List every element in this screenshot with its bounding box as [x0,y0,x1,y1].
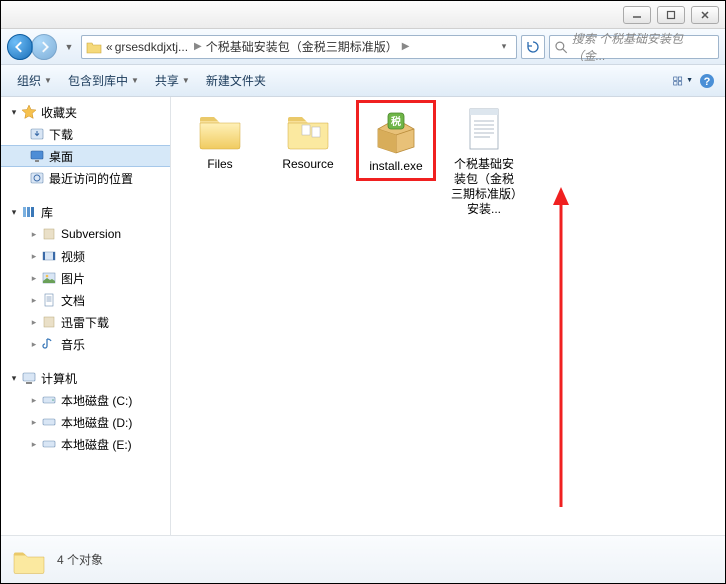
library-icon [21,204,37,220]
svg-text:税: 税 [391,115,401,128]
status-text: 4 个对象 [57,551,103,568]
file-install-exe[interactable]: 税 install.exe [361,105,431,176]
history-dropdown[interactable]: ▼ [61,42,77,52]
addr-prefix: « [106,40,113,54]
file-readme-txt[interactable]: 个税基础安装包（金税三期标准版）安装... [449,105,519,217]
library-folder-icon [41,314,57,330]
search-input[interactable]: 搜索 个税基础安装包（金... [549,35,719,59]
tree-library[interactable]: ▾ 库 [1,201,170,223]
share-menu[interactable]: 共享▼ [147,68,198,93]
search-placeholder: 搜索 个税基础安装包（金... [572,30,714,64]
drive-icon [41,436,57,452]
folder-icon [284,105,332,153]
main-area: ▾ 收藏夹 下载 桌面 最近访问的位置 ▾ 库 ▸ Subversion [1,97,725,535]
tree-music[interactable]: ▸ 音乐 [1,333,170,355]
video-icon [41,248,57,264]
desktop-icon [29,148,45,164]
drive-icon [41,392,57,408]
download-icon [29,126,45,142]
close-button[interactable] [691,6,719,24]
drive-icon [41,414,57,430]
refresh-button[interactable] [521,35,545,59]
status-bar: 4 个对象 [1,535,725,583]
pictures-icon [41,270,57,286]
library-folder-icon [41,226,57,242]
addr-seg1[interactable]: grsesdkdjxtj... [113,40,190,54]
chevron-right-icon[interactable]: ▶ [190,41,206,52]
file-folder-files[interactable]: Files [185,105,255,172]
star-icon [21,104,37,120]
back-button[interactable] [7,34,33,60]
installer-icon: 税 [372,107,420,155]
file-view[interactable]: Files Resource 税 [171,97,725,535]
maximize-button[interactable] [657,6,685,24]
tree-computer[interactable]: ▾ 计算机 [1,367,170,389]
svg-text:?: ? [704,76,711,88]
tree-video[interactable]: ▸ 视频 [1,245,170,267]
tree-disk-d[interactable]: ▸ 本地磁盘 (D:) [1,411,170,433]
address-row: ▼ « grsesdkdjxtj... ▶ 个税基础安装包（金税三期标准版） ▶… [1,29,725,65]
tree-recent[interactable]: 最近访问的位置 [1,167,170,189]
text-file-icon [460,105,508,153]
address-bar[interactable]: « grsesdkdjxtj... ▶ 个税基础安装包（金税三期标准版） ▶ ▾ [81,35,517,59]
search-icon [554,40,568,54]
folder-icon [196,105,244,153]
music-icon [41,336,57,352]
tree-disk-c[interactable]: ▸ 本地磁盘 (C:) [1,389,170,411]
organize-menu[interactable]: 组织▼ [9,68,60,93]
folder-icon [86,40,102,54]
tree-subversion[interactable]: ▸ Subversion [1,223,170,245]
help-button[interactable]: ? [697,71,717,91]
tree-downloads[interactable]: 下载 [1,123,170,145]
forward-button[interactable] [31,34,57,60]
tree-favorites[interactable]: ▾ 收藏夹 [1,101,170,123]
tree-disk-e[interactable]: ▸ 本地磁盘 (E:) [1,433,170,455]
minimize-button[interactable] [623,6,651,24]
tree-pictures[interactable]: ▸ 图片 [1,267,170,289]
chevron-right-icon[interactable]: ▶ [398,41,414,52]
computer-icon [21,370,37,386]
addr-seg2[interactable]: 个税基础安装包（金税三期标准版） [206,38,398,55]
docs-icon [41,292,57,308]
folder-icon [11,544,47,576]
nav-tree[interactable]: ▾ 收藏夹 下载 桌面 最近访问的位置 ▾ 库 ▸ Subversion [1,97,171,535]
tree-docs[interactable]: ▸ 文档 [1,289,170,311]
file-folder-resource[interactable]: Resource [273,105,343,172]
window-titlebar [1,1,725,29]
annotation-arrow [541,187,581,517]
tree-xunlei[interactable]: ▸ 迅雷下载 [1,311,170,333]
recent-icon [29,170,45,186]
newfolder-button[interactable]: 新建文件夹 [198,68,274,93]
tree-desktop[interactable]: 桌面 [1,145,170,167]
include-menu[interactable]: 包含到库中▼ [60,68,147,93]
addr-dropdown[interactable]: ▾ [496,41,512,52]
toolbar: 组织▼ 包含到库中▼ 共享▼ 新建文件夹 ▼ ? [1,65,725,97]
view-button[interactable]: ▼ [673,71,693,91]
